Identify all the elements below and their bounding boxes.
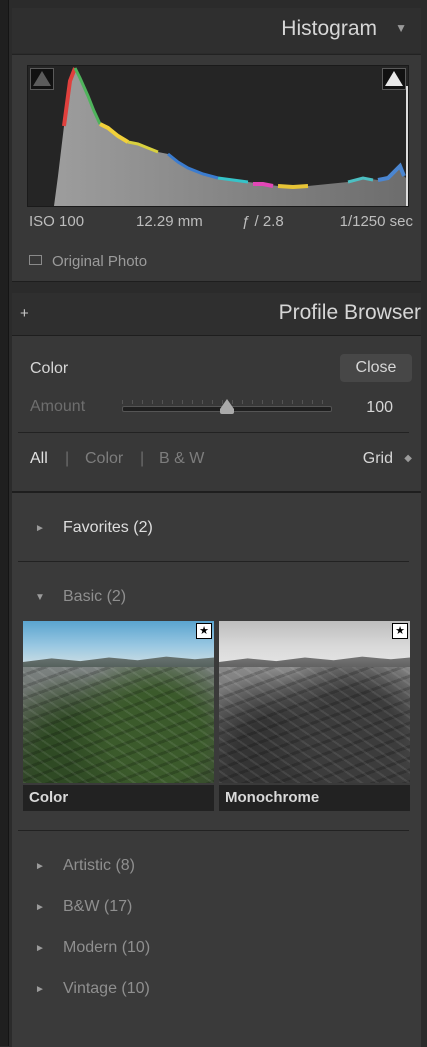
thumbnail-label: Monochrome [225,789,320,806]
group-label: Vintage (10) [63,980,150,997]
exif-shutter-speed: 1/1250 sec [339,213,413,230]
divider [18,830,409,831]
divider [18,561,409,562]
profile-list: ► Favorites (2) ▼ Basic (2) Color ★ Mono… [12,492,421,1047]
view-mode-select[interactable]: Grid [363,450,393,468]
close-button[interactable]: Close [340,354,412,382]
original-photo-label: Original Photo [52,253,148,270]
group-modern[interactable]: ► Modern (10) [18,934,409,974]
shadow-clipping-toggle[interactable] [30,68,54,90]
divider [18,432,409,433]
exif-aperture: ƒ / 2.8 [242,213,284,230]
favorite-star-icon[interactable]: ★ [196,623,212,639]
collapse-triangle-icon[interactable]: ▼ [395,21,407,35]
histogram-panel: ISO 100 12.29 mm ƒ / 2.8 1/1250 sec Orig… [12,54,421,282]
histogram-curve [54,67,408,206]
group-label: Basic (2) [63,588,127,605]
group-artistic[interactable]: ► Artistic (8) [18,852,409,892]
histogram-header[interactable]: Histogram ▼ [12,8,421,53]
group-label: Favorites (2) [63,519,153,536]
histogram-graph[interactable] [27,65,409,207]
thumbnail-sky [219,621,410,663]
collapse-arrow-icon: ▼ [35,592,45,603]
thumbnail-caption: Color [23,785,214,811]
plus-icon[interactable]: + [20,305,29,322]
group-label: Modern (10) [63,939,151,956]
filter-separator: | [140,450,145,467]
checkbox[interactable] [29,255,42,265]
amount-label: Amount [30,398,86,415]
expand-arrow-icon: ► [35,902,45,913]
panel-left-edge [0,0,9,1046]
profile-browser-header: + Profile Browser [12,293,421,336]
group-basic[interactable]: ▼ Basic (2) [18,583,409,623]
profile-controls: Color Close Amount 100 All | Color | B &… [12,336,421,492]
profile-browser-title: Profile Browser [278,301,421,324]
thumbnail-city [219,667,410,783]
filter-separator: | [65,450,70,467]
thumbnail-caption: Monochrome [219,785,410,811]
thumbnail-label: Color [29,789,69,806]
amount-value[interactable]: 100 [366,399,393,417]
amount-slider-thumb-base[interactable] [220,409,234,414]
filter-all[interactable]: All [30,450,48,468]
favorite-star-icon[interactable]: ★ [392,623,408,639]
group-bw[interactable]: ► B&W (17) [18,893,409,933]
group-favorites[interactable]: ► Favorites (2) [18,514,409,554]
filter-bw[interactable]: B & W [159,450,204,468]
thumbnail-city [23,667,214,783]
group-vintage[interactable]: ► Vintage (10) [18,975,409,1015]
filter-color[interactable]: Color [85,450,123,468]
expand-arrow-icon: ► [35,943,45,954]
histogram-title: Histogram [281,17,377,40]
original-photo-toggle[interactable]: Original Photo [29,253,147,270]
current-profile-name: Color [30,360,69,377]
exif-focal-length: 12.29 mm [136,213,203,230]
expand-arrow-icon: ► [35,523,45,534]
exif-iso: ISO 100 [29,213,85,230]
group-label: B&W (17) [63,898,133,915]
updown-chevron-icon[interactable]: ◆ [404,453,412,464]
profile-thumbnail-color[interactable]: Color ★ [23,621,214,811]
expand-arrow-icon: ► [35,861,45,872]
group-label: Artistic (8) [63,857,135,874]
highlight-clipping-toggle[interactable] [382,68,406,90]
thumbnail-sky [23,621,214,663]
amount-slider-thumb[interactable] [220,399,234,409]
profile-thumbnail-monochrome[interactable]: Monochrome ★ [219,621,410,811]
expand-arrow-icon: ► [35,984,45,995]
